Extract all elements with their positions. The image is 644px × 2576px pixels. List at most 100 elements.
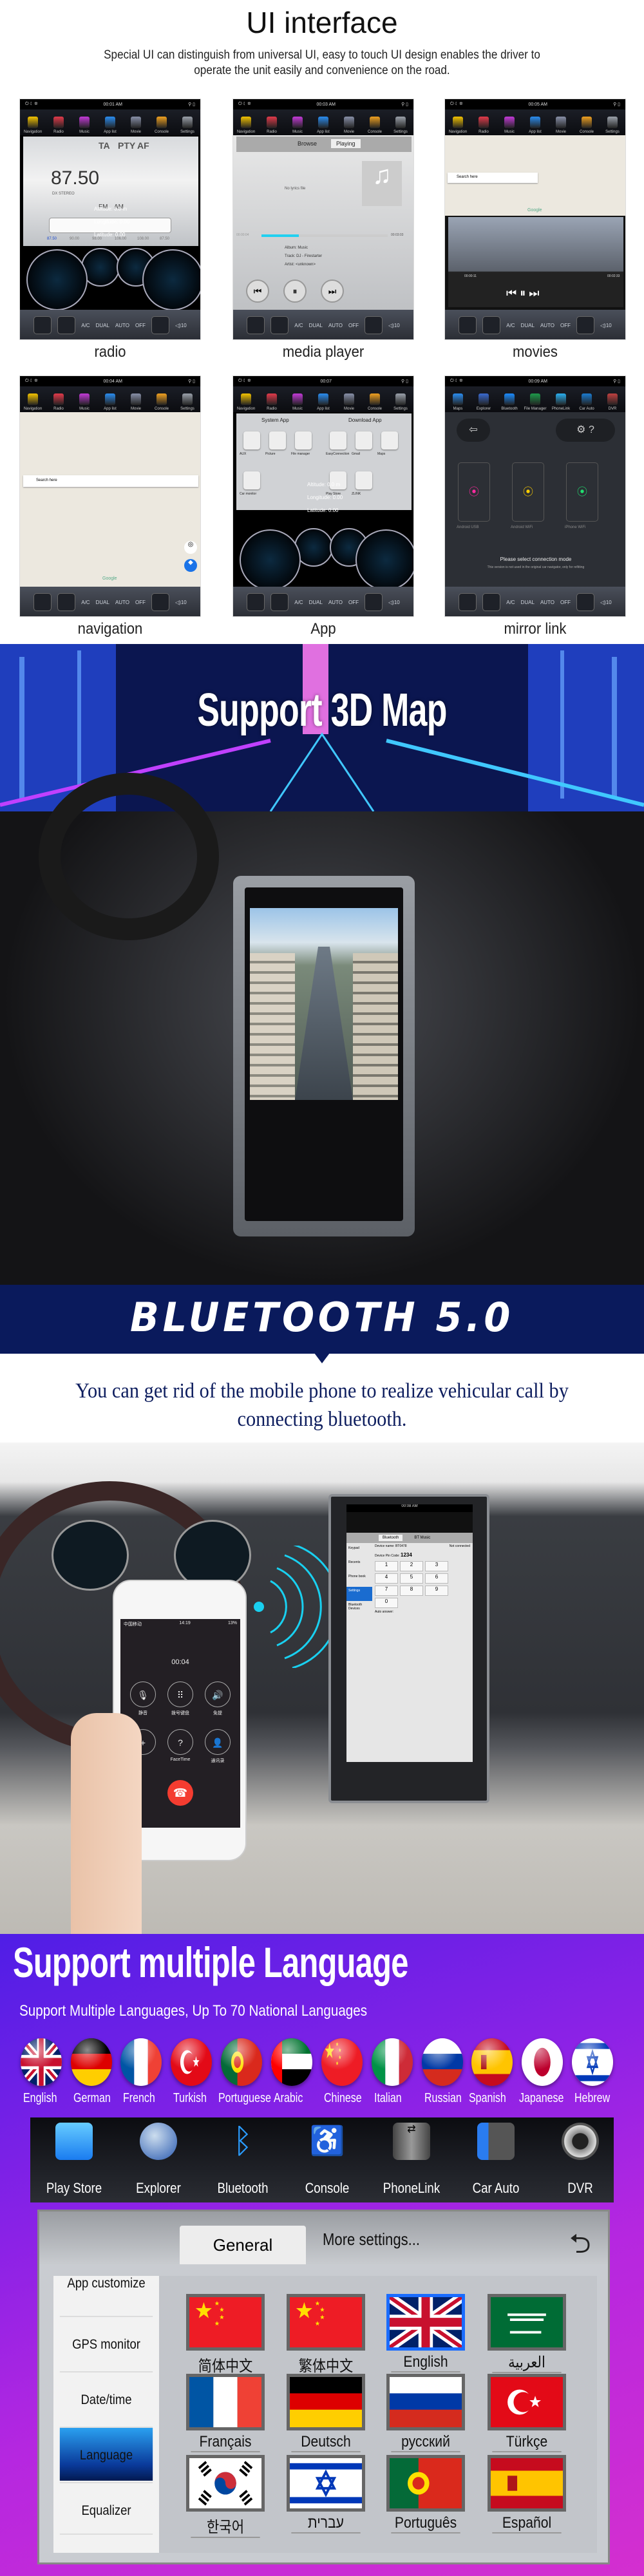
climate-off[interactable]: OFF	[560, 323, 571, 328]
climate-off[interactable]: OFF	[135, 600, 146, 605]
climate-off[interactable]: OFF	[560, 600, 571, 605]
climate-off[interactable]: OFF	[135, 323, 146, 328]
app-label[interactable]: Maps	[377, 452, 403, 456]
temp-left-control[interactable]	[270, 316, 289, 334]
nav-item-movie[interactable]: Movie	[124, 393, 148, 411]
temp-right-control[interactable]	[365, 593, 383, 611]
bt-menu-keypad[interactable]: Keypad	[346, 1544, 372, 1558]
nav-item-music[interactable]: Music	[72, 117, 97, 134]
app-icon[interactable]	[330, 431, 346, 450]
call-button[interactable]: ? FaceTime	[166, 1729, 194, 1764]
mode-android-wifi[interactable]: ⦿	[512, 462, 544, 522]
nav-item-music[interactable]: Music	[285, 393, 310, 411]
climate-dual[interactable]: DUAL	[521, 600, 535, 605]
app-phonelink[interactable]: ⇄ PhoneLink	[373, 2117, 450, 2196]
nav-item-bluetooth[interactable]: Bluetooth	[497, 393, 522, 411]
home-button[interactable]	[33, 593, 52, 611]
bt-menu-bluetooth-devices[interactable]: Bluetooth Devices	[346, 1601, 372, 1615]
nav-item-music[interactable]: Music	[72, 393, 97, 411]
language-option-es[interactable]	[488, 2455, 566, 2512]
nav-item-radio[interactable]: Radio	[471, 117, 496, 134]
app-explorer[interactable]: Explorer	[120, 2117, 197, 2196]
nav-item-settings[interactable]: Settings	[175, 393, 200, 411]
nav-item-console[interactable]: Console	[574, 117, 599, 134]
climate-off[interactable]: OFF	[348, 600, 359, 605]
sidebar-item-date-time[interactable]: Date/time	[59, 2371, 153, 2427]
mode-iphone-wifi[interactable]: ⦿	[566, 462, 598, 522]
preset-0[interactable]: 87.50	[47, 237, 57, 241]
home-button[interactable]	[33, 316, 52, 334]
nav-item-dvr[interactable]: DVR	[600, 393, 625, 411]
nav-item-settings[interactable]: Settings	[388, 117, 413, 134]
sidebar-item-gps-monitor[interactable]: GPS monitor	[59, 2316, 153, 2371]
language-option-uk[interactable]	[386, 2294, 465, 2351]
language-label[interactable]: العربية	[492, 2353, 562, 2373]
call-button[interactable]: ⠿ 拨号键盘	[166, 1681, 194, 1716]
app-icon[interactable]	[269, 431, 286, 450]
nav-item-car-auto[interactable]: Car Auto	[574, 393, 599, 411]
climate-auto[interactable]: AUTO	[328, 323, 343, 328]
climate-auto[interactable]: AUTO	[540, 600, 554, 605]
keypad-key[interactable]: 4	[375, 1573, 398, 1584]
climate-ac[interactable]: A/C	[294, 600, 303, 605]
nav-item-explorer[interactable]: Explorer	[471, 393, 496, 411]
power-icon[interactable]: ⏻ ☾ ✲	[238, 102, 251, 107]
app-icon[interactable]	[355, 471, 372, 489]
climate-auto[interactable]: AUTO	[115, 600, 129, 605]
power-icon[interactable]: ⏻ ☾ ✲	[238, 379, 251, 384]
app-icon[interactable]	[243, 431, 260, 450]
language-option-il[interactable]	[287, 2455, 365, 2512]
nav-item-app-list[interactable]: App list	[311, 117, 336, 134]
app-label[interactable]: ZLINK	[352, 492, 377, 496]
nav-item-settings[interactable]: Settings	[388, 393, 413, 411]
climate-auto[interactable]: AUTO	[328, 600, 343, 605]
climate-ac[interactable]: A/C	[81, 323, 90, 328]
directions-button[interactable]: ◆	[184, 559, 197, 572]
radio-pty-button[interactable]: PTY	[118, 140, 135, 151]
climate-dual[interactable]: DUAL	[309, 323, 323, 328]
climate-ac[interactable]: A/C	[294, 323, 303, 328]
nav-item-console[interactable]: Console	[149, 393, 174, 411]
preset-5[interactable]: 87.50	[160, 237, 169, 241]
home-button[interactable]	[247, 316, 265, 334]
nav-item-music[interactable]: Music	[497, 117, 522, 134]
volume-level[interactable]: ◁)10	[175, 600, 187, 605]
keypad-key[interactable]: 9	[425, 1586, 448, 1596]
nav-item-movie[interactable]: Movie	[124, 117, 148, 134]
my-location-button[interactable]: ◎	[184, 541, 197, 554]
radio-ta-button[interactable]: TA	[99, 140, 110, 151]
nav-item-radio[interactable]: Radio	[46, 117, 71, 134]
temp-left-control[interactable]	[57, 593, 76, 611]
temp-left-control[interactable]	[270, 593, 289, 611]
call-button[interactable]: 👤 通讯录	[204, 1729, 232, 1764]
app-bluetooth[interactable]: ᛒ Bluetooth	[204, 2117, 281, 2196]
previous-button[interactable]: ⏮	[246, 279, 269, 303]
nav-item-console[interactable]: Console	[363, 117, 387, 134]
app-car-auto[interactable]: Car Auto	[457, 2117, 535, 2196]
home-button[interactable]	[459, 593, 477, 611]
end-call-button[interactable]: ☎	[167, 1780, 193, 1806]
pause-button[interactable]: ⏸	[283, 279, 307, 303]
volume-level[interactable]: ◁)10	[388, 600, 400, 605]
climate-dual[interactable]: DUAL	[96, 323, 109, 328]
tab-playing[interactable]: Playing	[331, 139, 361, 148]
app-label[interactable]: AUX	[240, 452, 246, 456]
app-label[interactable]: EasyConnection	[326, 452, 352, 456]
mode-android-usb[interactable]: ⦿	[458, 462, 490, 522]
keypad-key[interactable]: 2	[400, 1561, 423, 1571]
power-icon[interactable]: ⏻ ☾ ✲	[450, 379, 462, 384]
nav-item-radio[interactable]: Radio	[260, 117, 284, 134]
temp-left-control[interactable]	[482, 316, 501, 334]
nav-item-movie[interactable]: Movie	[337, 117, 361, 134]
language-label[interactable]: Deutsch	[291, 2433, 361, 2452]
sidebar-item-equalizer[interactable]: Equalizer	[59, 2482, 153, 2537]
tab-bluetooth[interactable]: Bluetooth	[379, 1535, 403, 1541]
tab-system-app[interactable]: System App	[261, 417, 289, 423]
map-search-input[interactable]: Search here	[23, 475, 198, 487]
nav-item-app-list[interactable]: App list	[523, 117, 547, 134]
climate-off[interactable]: OFF	[348, 323, 359, 328]
nav-item-navigation[interactable]: Navigation	[234, 117, 258, 134]
nav-item-music[interactable]: Music	[285, 117, 310, 134]
language-label[interactable]: עברית	[291, 2514, 361, 2533]
call-button[interactable]: 🎙 静音	[129, 1681, 157, 1716]
